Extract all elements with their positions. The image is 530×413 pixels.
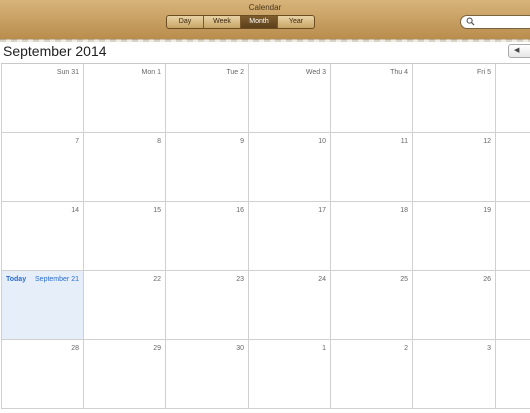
day-cell[interactable]: 29 xyxy=(84,340,166,409)
view-week-button[interactable]: Week xyxy=(204,16,241,28)
day-number: Sun 31 xyxy=(56,69,79,76)
day-cell[interactable] xyxy=(496,202,530,271)
chevron-left-icon: ◀ xyxy=(514,47,520,54)
day-number: Thu 4 xyxy=(390,69,408,76)
day-cell[interactable]: 28 xyxy=(1,340,84,409)
day-cell[interactable]: Sun 31 xyxy=(1,64,84,133)
day-cell[interactable]: Mon 1 xyxy=(84,64,166,133)
day-number: 22 xyxy=(153,276,161,283)
month-title: September 2014 xyxy=(3,43,107,59)
view-day-button[interactable]: Day xyxy=(167,16,204,28)
day-cell[interactable]: 25 xyxy=(331,271,413,340)
day-cell[interactable]: 9 xyxy=(166,133,249,202)
month-grid: Sun 31 Mon 1 Tue 2 Wed 3 Thu 4 Fri 5 7 8… xyxy=(1,63,530,409)
day-number: September 21 xyxy=(35,276,79,283)
day-cell[interactable]: 11 xyxy=(331,133,413,202)
day-number: 12 xyxy=(483,138,491,145)
day-number: 28 xyxy=(71,345,79,352)
view-switcher: Day Week Month Year xyxy=(166,15,315,29)
day-number: Wed 3 xyxy=(305,69,326,76)
day-cell[interactable] xyxy=(496,340,530,409)
previous-month-button[interactable]: ◀ xyxy=(508,44,530,58)
view-year-button[interactable]: Year xyxy=(278,16,314,28)
day-number: Fri 5 xyxy=(477,69,491,76)
day-cell[interactable] xyxy=(496,271,530,340)
today-cell[interactable]: Today September 21 xyxy=(1,271,84,340)
day-cell[interactable]: 19 xyxy=(413,202,496,271)
day-number: 25 xyxy=(400,276,408,283)
day-cell[interactable]: 17 xyxy=(249,202,331,271)
day-cell[interactable]: 12 xyxy=(413,133,496,202)
day-number: 17 xyxy=(318,207,326,214)
day-cell[interactable]: 8 xyxy=(84,133,166,202)
day-number: 7 xyxy=(75,138,79,145)
day-number: 1 xyxy=(322,345,326,352)
day-number: 9 xyxy=(240,138,244,145)
day-number: 23 xyxy=(236,276,244,283)
day-cell[interactable]: 15 xyxy=(84,202,166,271)
day-cell[interactable]: 24 xyxy=(249,271,331,340)
search-field[interactable] xyxy=(460,15,530,29)
day-cell[interactable]: Fri 5 xyxy=(413,64,496,133)
day-cell[interactable]: 3 xyxy=(413,340,496,409)
day-cell[interactable]: 10 xyxy=(249,133,331,202)
view-month-button[interactable]: Month xyxy=(241,16,278,28)
day-number: 30 xyxy=(236,345,244,352)
day-cell[interactable]: 18 xyxy=(331,202,413,271)
day-cell[interactable]: 22 xyxy=(84,271,166,340)
search-icon xyxy=(466,17,475,26)
day-number: 19 xyxy=(483,207,491,214)
day-number: Tue 2 xyxy=(226,69,244,76)
day-cell[interactable]: 26 xyxy=(413,271,496,340)
day-cell[interactable]: Thu 4 xyxy=(331,64,413,133)
day-cell[interactable]: 30 xyxy=(166,340,249,409)
day-number: 11 xyxy=(400,138,408,145)
day-number: 2 xyxy=(404,345,408,352)
day-number: 26 xyxy=(483,276,491,283)
day-cell[interactable]: 23 xyxy=(166,271,249,340)
day-number: 16 xyxy=(236,207,244,214)
day-number: 8 xyxy=(157,138,161,145)
day-number: 18 xyxy=(400,207,408,214)
day-cell[interactable]: 1 xyxy=(249,340,331,409)
day-cell[interactable]: 14 xyxy=(1,202,84,271)
day-number: 3 xyxy=(487,345,491,352)
day-cell[interactable] xyxy=(496,133,530,202)
day-cell[interactable]: Wed 3 xyxy=(249,64,331,133)
day-number: 15 xyxy=(153,207,161,214)
day-cell[interactable]: 7 xyxy=(1,133,84,202)
day-number: 29 xyxy=(153,345,161,352)
day-cell[interactable]: 2 xyxy=(331,340,413,409)
toolbar: Calendar Day Week Month Year xyxy=(0,0,530,42)
day-cell[interactable]: Tue 2 xyxy=(166,64,249,133)
day-number: 10 xyxy=(318,138,326,145)
day-cell[interactable] xyxy=(496,64,530,133)
window-title: Calendar xyxy=(248,3,282,12)
day-number: 14 xyxy=(71,207,79,214)
day-number: Mon 1 xyxy=(141,69,161,76)
today-label: Today xyxy=(6,276,27,283)
day-number: 24 xyxy=(318,276,326,283)
day-cell[interactable]: 16 xyxy=(166,202,249,271)
